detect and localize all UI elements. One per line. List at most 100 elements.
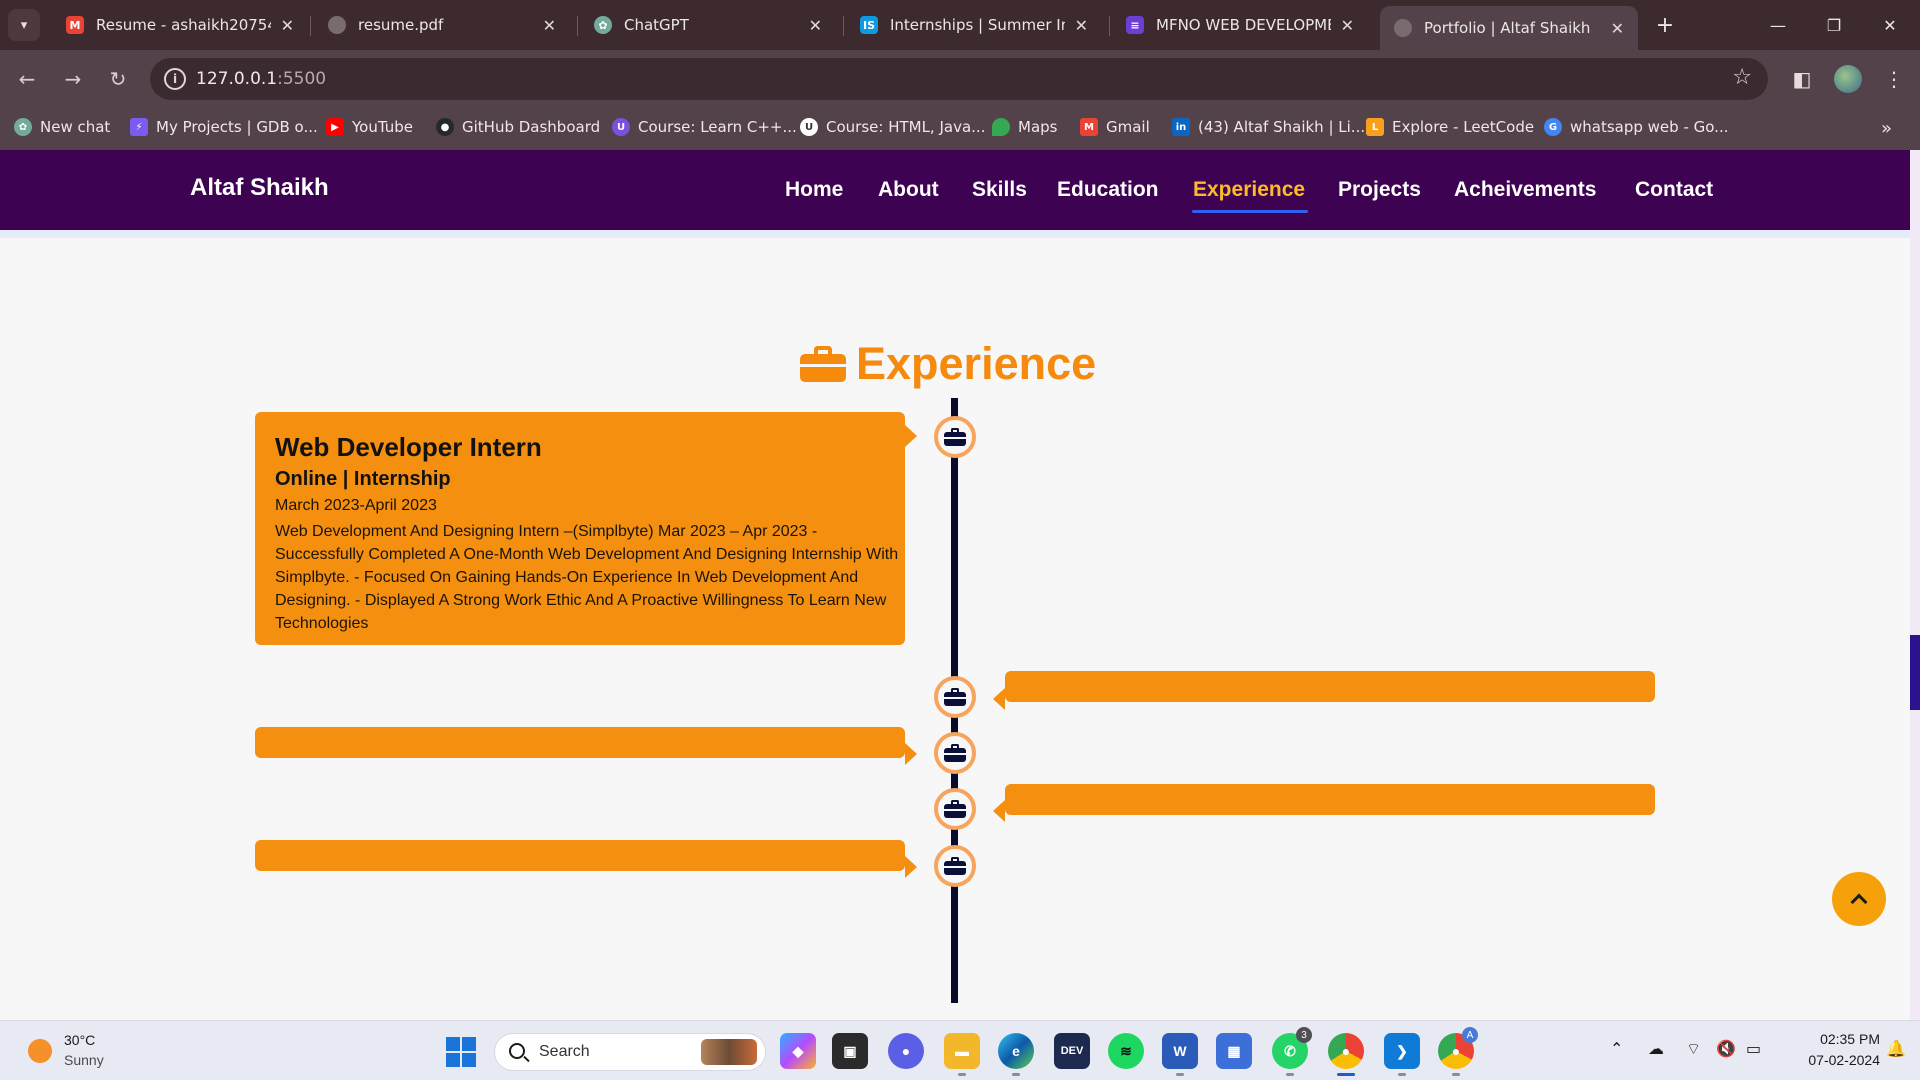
nav-experience[interactable]: Experience: [1193, 178, 1305, 202]
nav-home[interactable]: Home: [785, 178, 843, 202]
bookmark-new-chat[interactable]: ✿ New chat: [14, 118, 110, 136]
page-scrollbar[interactable]: [1910, 150, 1920, 1020]
tab-title: ChatGPT: [624, 16, 689, 34]
new-tab-button[interactable]: +: [1650, 10, 1680, 40]
bolt-icon: ⚡: [130, 118, 148, 136]
internshala-icon: IS: [860, 16, 878, 34]
course-icon: U: [612, 118, 630, 136]
forward-icon[interactable]: →: [58, 64, 88, 94]
spotify-icon[interactable]: ≋: [1108, 1033, 1144, 1069]
file-explorer-icon[interactable]: ▬: [944, 1033, 980, 1069]
bookmark-label: whatsapp web - Go...: [1570, 118, 1729, 136]
app-running-indicator: [1398, 1073, 1406, 1076]
tab-portfolio[interactable]: Portfolio | Altaf Shaikh ✕: [1380, 6, 1638, 50]
url-text[interactable]: 127.0.0.1:5500: [196, 69, 326, 89]
bookmark-label: Explore - LeetCode: [1392, 118, 1535, 136]
experience-card-collapsed: [255, 727, 905, 758]
word-icon[interactable]: W: [1162, 1033, 1198, 1069]
edge-icon[interactable]: e: [998, 1033, 1034, 1069]
clock-time[interactable]: 02:35 PM: [1804, 1031, 1880, 1047]
notification-bell-icon[interactable]: 🔔: [1886, 1039, 1906, 1058]
bookmark-star-icon[interactable]: ☆: [1732, 65, 1752, 90]
speaker-muted-icon[interactable]: 🔇: [1716, 1039, 1736, 1058]
onedrive-cloud-icon[interactable]: ☁: [1648, 1039, 1664, 1058]
bookmark-linkedin[interactable]: in (43) Altaf Shaikh | Li...: [1172, 118, 1365, 136]
close-icon[interactable]: ✕: [809, 16, 822, 35]
side-panel-icon[interactable]: ◧: [1786, 63, 1818, 95]
bookmark-maps[interactable]: Maps: [992, 118, 1057, 136]
bookmarks-overflow-icon[interactable]: »: [1881, 118, 1892, 139]
tab-gmail-resume[interactable]: M Resume - ashaikh20754@g ✕: [52, 6, 308, 44]
windows-start-icon[interactable]: [446, 1037, 476, 1067]
chevron-up-icon[interactable]: ⌃: [1610, 1039, 1623, 1058]
bookmarks-bar: ✿ New chat ⚡ My Projects | GDB o... ▶ YouTu…: [0, 108, 1920, 150]
bookmark-course-cpp[interactable]: U Course: Learn C++...: [612, 118, 797, 136]
teams-chat-icon[interactable]: ●: [888, 1033, 924, 1069]
leetcode-icon: L: [1366, 118, 1384, 136]
briefcase-icon: [944, 428, 966, 446]
scroll-to-top-button[interactable]: [1832, 872, 1886, 926]
task-view-icon[interactable]: ▣: [832, 1033, 868, 1069]
close-icon[interactable]: ✕: [1611, 19, 1624, 38]
search-icon: [509, 1043, 525, 1059]
restore-icon[interactable]: ❐: [1814, 10, 1854, 40]
profile-avatar[interactable]: [1832, 63, 1864, 95]
close-icon[interactable]: ✕: [543, 16, 556, 35]
bookmark-gdb[interactable]: ⚡ My Projects | GDB o...: [130, 118, 318, 136]
nav-education[interactable]: Education: [1057, 178, 1159, 202]
battery-icon[interactable]: ▭: [1746, 1039, 1761, 1058]
weather-condition[interactable]: Sunny: [64, 1052, 104, 1068]
bookmark-leetcode[interactable]: L Explore - LeetCode: [1366, 118, 1534, 136]
devhome-icon[interactable]: DEV: [1054, 1033, 1090, 1069]
bookmark-label: Course: HTML, Java...: [826, 118, 986, 136]
minimize-icon[interactable]: —: [1758, 10, 1798, 40]
bookmark-course-html[interactable]: U Course: HTML, Java...: [800, 118, 985, 136]
bookmark-label: YouTube: [352, 118, 413, 136]
tab-mfno-form[interactable]: ≡ MFNO WEB DEVELOPMEN ✕: [1112, 6, 1368, 44]
nav-contact[interactable]: Contact: [1635, 178, 1713, 202]
bookmark-youtube[interactable]: ▶ YouTube: [326, 118, 413, 136]
browser-toolbar: ← → ↻ i 127.0.0.1:5500 ☆ ◧ ⋮: [0, 50, 1920, 108]
tab-search-button[interactable]: ▾: [8, 9, 40, 41]
nav-about[interactable]: About: [878, 178, 939, 202]
nav-skills[interactable]: Skills: [972, 178, 1027, 202]
reload-icon[interactable]: ↻: [103, 64, 133, 94]
site-info-icon[interactable]: i: [164, 68, 186, 90]
nav-projects[interactable]: Projects: [1338, 178, 1421, 202]
tab-internships[interactable]: IS Internships | Summer Inter ✕: [846, 6, 1102, 44]
bookmark-gmail[interactable]: M Gmail: [1080, 118, 1150, 136]
sun-icon[interactable]: [28, 1039, 52, 1063]
scrollbar-thumb[interactable]: [1910, 635, 1920, 710]
google-icon: G: [1544, 118, 1562, 136]
timeline-node: [934, 416, 976, 458]
copilot-icon[interactable]: ◆: [780, 1033, 816, 1069]
wifi-icon[interactable]: ⌔: [1686, 1039, 1701, 1059]
tab-chatgpt[interactable]: ✿ ChatGPT ✕: [580, 6, 836, 44]
vscode-icon[interactable]: ❯: [1384, 1033, 1420, 1069]
close-icon[interactable]: ✕: [1075, 16, 1088, 35]
tab-resume-pdf[interactable]: resume.pdf ✕: [314, 6, 570, 44]
weather-temperature[interactable]: 30°C: [64, 1032, 95, 1048]
whatsapp-badge: 3: [1296, 1027, 1312, 1043]
microsoft-store-icon[interactable]: ▦: [1216, 1033, 1252, 1069]
bookmark-whatsapp-search[interactable]: Gwhatsapp web - Go...: [1544, 118, 1728, 136]
window-close-icon[interactable]: ✕: [1870, 10, 1910, 40]
nav-acheivements[interactable]: Acheivements: [1454, 178, 1596, 202]
close-icon[interactable]: ✕: [281, 16, 294, 35]
bookmark-label: Course: Learn C++...: [638, 118, 797, 136]
menu-kebab-icon[interactable]: ⋮: [1878, 63, 1910, 95]
clock-date[interactable]: 07-02-2024: [1786, 1052, 1880, 1068]
chrome-icon[interactable]: ●: [1328, 1033, 1364, 1069]
bookmark-github[interactable]: ● GitHub Dashboard: [436, 118, 600, 136]
linkedin-icon: in: [1172, 118, 1190, 136]
timeline-node: [934, 676, 976, 718]
back-icon[interactable]: ←: [12, 64, 42, 94]
close-icon[interactable]: ✕: [1341, 16, 1354, 35]
address-bar[interactable]: i 127.0.0.1:5500 ☆: [150, 58, 1768, 100]
tab-title: MFNO WEB DEVELOPMEN: [1156, 16, 1331, 34]
app-running-indicator: [1012, 1073, 1020, 1076]
experience-subtitle: Online | Internship: [275, 468, 451, 490]
site-logo[interactable]: Altaf Shaikh: [190, 174, 329, 202]
briefcase-icon: [800, 346, 846, 382]
taskbar-search[interactable]: Search: [494, 1033, 766, 1071]
